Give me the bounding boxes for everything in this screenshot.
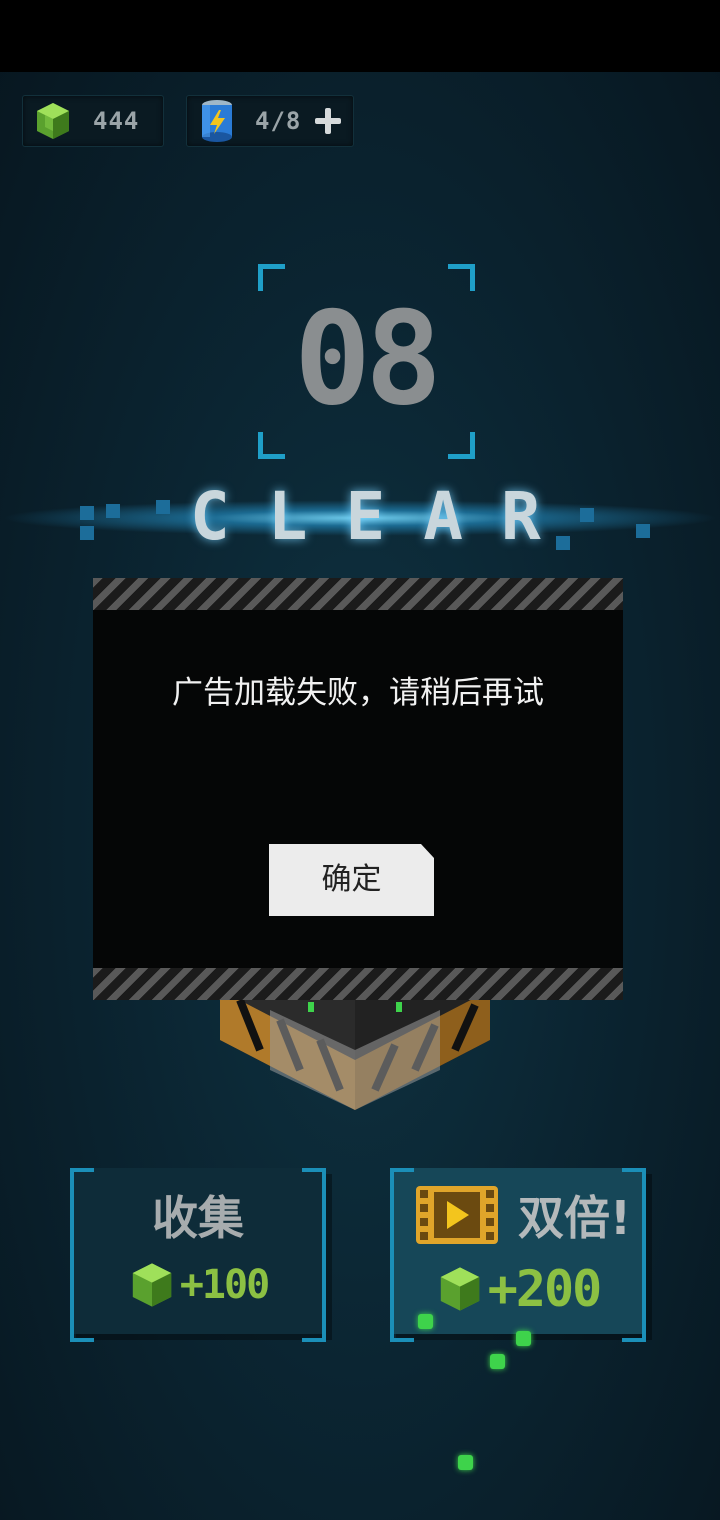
particle xyxy=(516,1331,531,1346)
double-amount: +200 xyxy=(487,1260,602,1318)
gem-counter: 444 xyxy=(22,95,164,147)
hazard-stripe xyxy=(93,578,623,610)
collect-amount: +100 xyxy=(179,1262,270,1308)
level-number: 08 xyxy=(293,285,442,434)
pixel-decor xyxy=(80,506,94,520)
gem-icon xyxy=(440,1267,479,1311)
gem-icon xyxy=(132,1263,172,1307)
double-label: 双倍! xyxy=(518,1191,631,1245)
collect-label: 收集 xyxy=(152,1191,244,1245)
collect-button[interactable]: 收集 +100 xyxy=(70,1168,326,1342)
hazard-stripe xyxy=(93,968,623,1000)
level-frame-corner xyxy=(448,264,475,291)
pixel-decor xyxy=(636,524,650,538)
gem-icon xyxy=(37,103,69,139)
dialog-message: 广告加载失败，请稍后再试 xyxy=(172,675,544,711)
energy-count: 4/8 xyxy=(255,107,302,135)
particle xyxy=(458,1455,473,1470)
confirm-button[interactable]: 确定 xyxy=(269,844,434,916)
pixel-decor xyxy=(580,508,594,522)
energy-counter: 4/8 xyxy=(186,95,354,147)
clear-banner: CLEAR xyxy=(190,478,579,555)
particle xyxy=(418,1314,433,1329)
status-bar xyxy=(0,0,720,72)
pixel-decor xyxy=(156,500,170,514)
battery-icon xyxy=(202,100,232,142)
particle xyxy=(490,1354,505,1369)
pixel-decor xyxy=(80,526,94,540)
ad-failed-dialog: 广告加载失败，请稍后再试 确定 xyxy=(93,578,623,1000)
gem-count: 444 xyxy=(93,107,140,135)
double-reward: +200 xyxy=(390,1260,646,1318)
level-frame-corner xyxy=(258,264,285,291)
level-frame-corner xyxy=(448,432,475,459)
double-reward-button[interactable]: 双倍! +200 xyxy=(390,1168,646,1342)
pixel-decor xyxy=(106,504,120,518)
collect-reward: +100 xyxy=(70,1260,326,1310)
add-energy-button[interactable] xyxy=(313,106,343,136)
video-icon xyxy=(416,1186,498,1244)
level-frame-corner xyxy=(258,432,285,459)
